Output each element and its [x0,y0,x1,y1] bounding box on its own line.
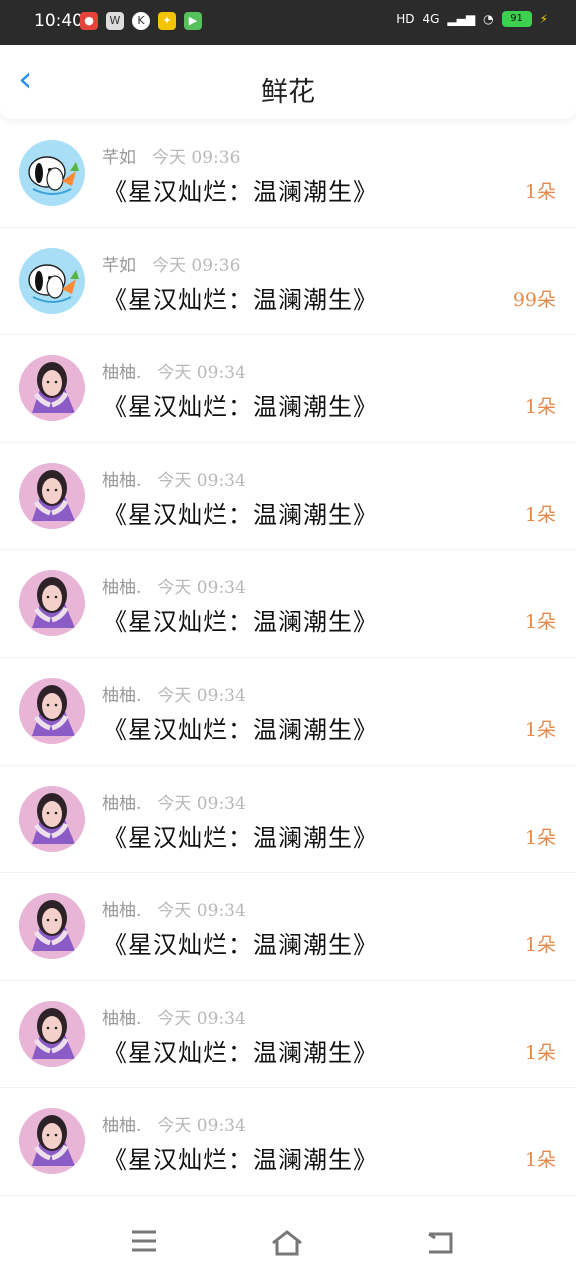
list-item[interactable]: 柚柚. 今天 09:34 《星汉灿烂：温澜潮生》 1朵 [0,658,576,766]
network-label: 4G [422,12,440,26]
avatar[interactable] [19,785,85,852]
app-icon-k: K [132,12,150,30]
avatar[interactable] [19,355,85,422]
flower-count: 99朵 [512,288,556,311]
timestamp: 今天 09:34 [157,578,246,599]
timestamp: 今天 09:34 [157,1116,246,1137]
book-title: 《星汉灿烂：温澜潮生》 [103,608,378,637]
system-nav-bar [0,1198,576,1280]
wifi-icon: ◔ [483,12,494,26]
username: 柚柚. [102,901,142,922]
flower-count: 1朵 [524,934,556,957]
book-title: 《星汉灿烂：温澜潮生》 [103,823,378,852]
status-app-icons: ● W K ✦ ▶ [80,12,202,30]
list-item[interactable]: 柚柚. 今天 09:34 《星汉灿烂：温澜潮生》 1朵 [0,766,576,874]
home-icon[interactable] [271,1230,302,1256]
list-item[interactable]: 芊如 今天 09:36 《星汉灿烂：温澜潮生》 99朵 [0,228,576,336]
signal-icon: ▂▄▆ [447,12,476,26]
menu-icon[interactable] [131,1230,161,1256]
book-title: 《星汉灿烂：温澜潮生》 [103,178,378,206]
username: 柚柚. [102,793,142,814]
record-meta: 柚柚. 今天 09:34 [102,1004,246,1029]
avatar[interactable] [19,247,85,314]
list-item[interactable]: 柚柚. 今天 09:34 《星汉灿烂：温澜潮生》 1朵 [0,981,576,1089]
flower-count: 1朵 [524,396,556,419]
flower-count: 1朵 [524,718,556,741]
flower-count: 1朵 [524,181,556,203]
record-meta: 柚柚. 今天 09:34 [102,789,246,814]
timestamp: 今天 09:34 [157,793,246,814]
timestamp: 今天 09:34 [157,363,246,384]
app-icon-white: W [106,12,124,30]
timestamp: 今天 09:34 [157,901,246,922]
list-item[interactable]: 柚柚. 今天 09:34 《星汉灿烂：温澜潮生》 1朵 [0,873,576,981]
record-meta: 柚柚. 今天 09:34 [102,573,246,598]
timestamp: 今天 09:34 [157,1008,246,1029]
book-title: 《星汉灿烂：温澜潮生》 [103,715,378,744]
page-header: ‹ 鲜花 [0,45,576,119]
record-meta: 柚柚. 今天 09:34 [102,681,246,706]
record-meta: 芊如 今天 09:36 [102,143,240,168]
record-meta: 柚柚. 今天 09:34 [102,358,246,383]
list-item[interactable]: 柚柚. 今天 09:34 《星汉灿烂：温澜潮生》 1朵 [0,335,576,443]
record-meta: 柚柚. 今天 09:34 [102,1111,246,1136]
app-icon-play: ▶ [184,12,202,30]
status-right-icons: HD 4G ▂▄▆ ◔ 91 ⚡ [396,11,548,27]
book-title: 《星汉灿烂：温澜潮生》 [103,931,378,960]
flower-count: 1朵 [524,503,556,526]
charging-icon: ⚡ [539,12,548,26]
hd-icon: HD [396,12,415,26]
back-icon[interactable] [425,1230,455,1256]
username: 柚柚. [102,1116,142,1137]
list-item[interactable]: 柚柚. 今天 09:34 《星汉灿烂：温澜潮生》 1朵 [0,443,576,551]
list-item[interactable]: 柚柚. 今天 09:34 《星汉灿烂：温澜潮生》 1朵 [0,550,576,658]
flower-count: 1朵 [524,826,556,849]
book-title: 《星汉灿烂：温澜潮生》 [103,1038,378,1067]
list-item[interactable]: 芊如 今天 09:36 《星汉灿烂：温澜潮生》 1朵 [0,120,576,228]
timestamp: 今天 09:36 [152,255,241,276]
avatar[interactable] [19,570,85,637]
app-icon-yellow: ✦ [158,12,176,30]
avatar[interactable] [19,1000,85,1067]
book-title: 《星汉灿烂：温澜潮生》 [103,1146,378,1175]
avatar[interactable] [19,1108,85,1175]
list-item[interactable]: 柚柚. 今天 09:34 《星汉灿烂：温澜潮生》 1朵 [0,1088,576,1196]
flower-count: 1朵 [524,1041,556,1064]
timestamp: 今天 09:34 [157,685,246,706]
status-bar: 10:40 ● W K ✦ ▶ HD 4G ▂▄▆ ◔ 91 ⚡ [0,0,576,45]
avatar[interactable] [19,462,85,529]
username: 柚柚. [102,1008,142,1029]
app-icon-red: ● [80,12,98,30]
flower-count: 1朵 [524,611,556,634]
record-meta: 芊如 今天 09:36 [102,251,240,276]
timestamp: 今天 09:36 [152,148,241,168]
timestamp: 今天 09:34 [157,470,246,491]
username: 柚柚. [102,578,142,599]
status-time: 10:40 [34,11,83,31]
record-meta: 柚柚. 今天 09:34 [102,466,246,491]
book-title: 《星汉灿烂：温澜潮生》 [103,500,378,529]
avatar[interactable] [19,140,85,206]
flower-count: 1朵 [524,1149,556,1172]
username: 柚柚. [102,363,142,384]
page-title: 鲜花 [261,77,315,108]
avatar[interactable] [19,677,85,744]
book-title: 《星汉灿烂：温澜潮生》 [103,285,378,314]
username: 芊如 [102,148,136,168]
username: 芊如 [102,255,136,276]
username: 柚柚. [102,470,142,491]
book-title: 《星汉灿烂：温澜潮生》 [103,393,378,422]
avatar[interactable] [19,893,85,960]
username: 柚柚. [102,685,142,706]
record-meta: 柚柚. 今天 09:34 [102,896,246,921]
battery-indicator: 91 [501,11,532,27]
flower-record-list: 芊如 今天 09:36 《星汉灿烂：温澜潮生》 1朵 芊如 今天 09:36 《星汉灿烂：温… [0,120,576,1196]
